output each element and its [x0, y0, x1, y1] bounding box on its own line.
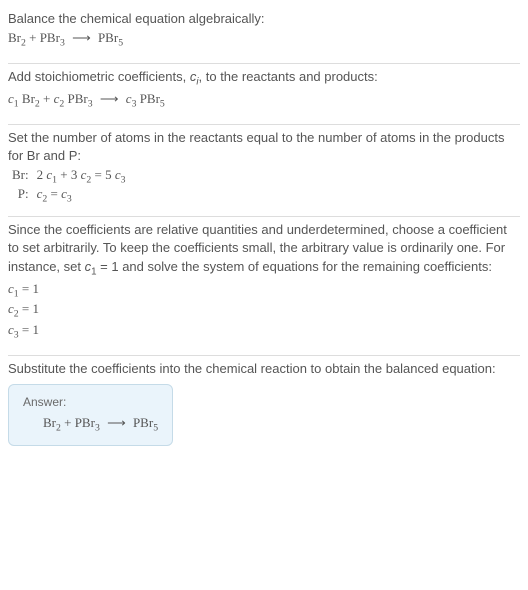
- table-row: Br: 2 c1 + 3 c2 = 5 c3: [8, 167, 130, 186]
- pbr5s: 5: [153, 422, 158, 433]
- reactant-br2: Br: [8, 30, 21, 45]
- solution-c2: c2 = 1: [8, 301, 520, 320]
- eq-part: = 5: [91, 167, 115, 182]
- balanced-equation: Br2 + PBr3 ⟶ PBr5: [23, 415, 158, 434]
- br-equation: 2 c1 + 3 c2 = 5 c3: [33, 167, 130, 186]
- pbr3-term: PBr: [64, 91, 87, 106]
- eq-part: 2: [37, 167, 47, 182]
- pbr5: PBr: [133, 415, 153, 430]
- val: = 1: [19, 322, 39, 337]
- br2: Br: [43, 415, 56, 430]
- eq-part: + 3: [57, 167, 81, 182]
- initial-equation: Br2 + PBr3 ⟶ PBr5: [8, 30, 520, 49]
- p-label: P:: [8, 186, 33, 205]
- sub-5: 5: [118, 38, 123, 49]
- pbr3s: 3: [95, 422, 100, 433]
- p-equation: c2 = c3: [33, 186, 130, 205]
- br-label: Br:: [8, 167, 33, 186]
- c3s: 3: [121, 175, 126, 186]
- eq-part: =: [47, 186, 61, 201]
- section-coefficients: Add stoichiometric coefficients, ci, to …: [8, 64, 520, 124]
- pbr5-term: PBr: [136, 91, 159, 106]
- coeff-text-start: Add stoichiometric coefficients,: [8, 69, 190, 84]
- table-row: P: c2 = c3: [8, 186, 130, 205]
- coeff-equation: c1 Br2 + c2 PBr3 ⟶ c3 PBr5: [8, 91, 520, 110]
- pbr3: + PBr: [61, 415, 95, 430]
- atoms-title: Set the number of atoms in the reactants…: [8, 129, 520, 165]
- val: = 1: [19, 301, 39, 316]
- br2-term: Br: [19, 91, 35, 106]
- section-atoms: Set the number of atoms in the reactants…: [8, 125, 520, 217]
- solve-text-end: = 1 and solve the system of equations fo…: [97, 259, 492, 274]
- reactant-pbr3: + PBr: [26, 30, 60, 45]
- solution-c1: c1 = 1: [8, 281, 520, 300]
- section-problem: Balance the chemical equation algebraica…: [8, 6, 520, 63]
- arrow-icon: ⟶: [107, 415, 126, 431]
- solve-title: Since the coefficients are relative quan…: [8, 221, 520, 279]
- product-pbr5: PBr: [98, 30, 118, 45]
- arrow-icon: ⟶: [72, 30, 91, 46]
- coeff-title: Add stoichiometric coefficients, ci, to …: [8, 68, 520, 89]
- coeff-text-end: , to the reactants and products:: [199, 69, 378, 84]
- pbr5-sub: 5: [160, 99, 165, 110]
- sub-3: 3: [60, 38, 65, 49]
- c3s: 3: [67, 193, 72, 204]
- section-solve: Since the coefficients are relative quan…: [8, 217, 520, 354]
- arrow-icon: ⟶: [100, 91, 119, 107]
- pbr3-sub: 3: [88, 99, 93, 110]
- answer-box: Answer: Br2 + PBr3 ⟶ PBr5: [8, 384, 173, 447]
- solution-c3: c3 = 1: [8, 322, 520, 341]
- plus-1: +: [40, 91, 54, 106]
- atom-balance-table: Br: 2 c1 + 3 c2 = 5 c3 P: c2 = c3: [8, 167, 130, 204]
- answer-label: Answer:: [23, 395, 158, 409]
- section-answer: Substitute the coefficients into the che…: [8, 356, 520, 459]
- answer-title: Substitute the coefficients into the che…: [8, 360, 520, 378]
- val: = 1: [19, 281, 39, 296]
- problem-title: Balance the chemical equation algebraica…: [8, 10, 520, 28]
